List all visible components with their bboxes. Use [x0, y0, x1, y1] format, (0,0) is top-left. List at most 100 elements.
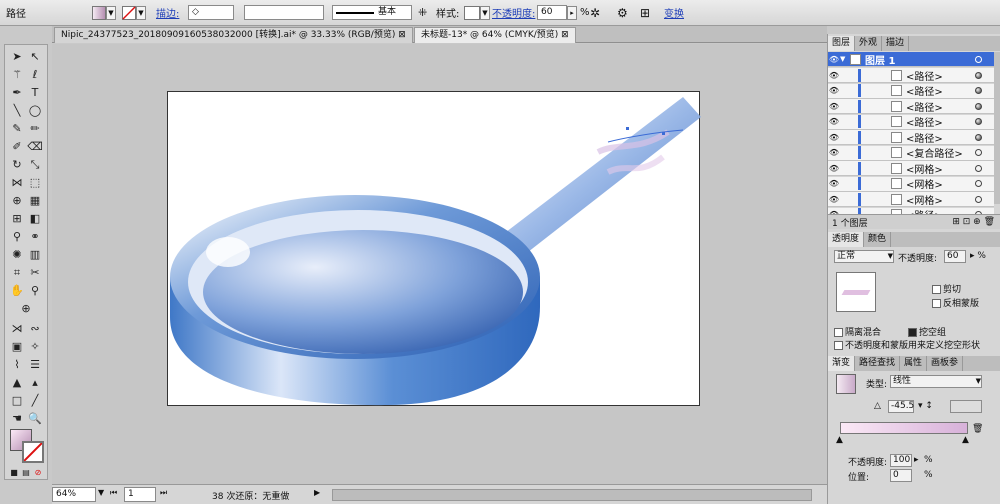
chevron-right-icon[interactable]: ▸ %: [970, 251, 986, 261]
rotate-tool-icon[interactable]: ↻: [9, 157, 25, 173]
clip-option[interactable]: 剪切: [932, 282, 961, 295]
stroke-swatch-group[interactable]: ▼: [122, 4, 146, 21]
stroke-color-swatch[interactable]: [22, 441, 44, 463]
blend-mode-select[interactable]: 正常 ▼: [834, 250, 894, 263]
eye-icon[interactable]: 👁: [828, 148, 840, 157]
tab-stroke[interactable]: 描边: [882, 36, 910, 51]
horizontal-scrollbar[interactable]: [332, 489, 812, 501]
zoom-tool-icon[interactable]: ⚲: [27, 283, 43, 299]
pen-tool-icon[interactable]: ✒: [9, 85, 25, 101]
close-icon[interactable]: ⊠: [398, 30, 406, 40]
live-paint-select-icon[interactable]: ▴: [27, 375, 43, 391]
first-page-icon[interactable]: ⏮: [110, 488, 117, 498]
chevron-down-icon[interactable]: ▾ ↕: [918, 401, 933, 411]
eye-icon[interactable]: 👁: [828, 102, 840, 111]
live-paint-tool-icon[interactable]: ▲: [9, 375, 25, 391]
layer-row[interactable]: 👁 <路径>: [828, 68, 994, 83]
layer-item-name[interactable]: <路径>: [906, 130, 943, 145]
opacity-mask-checkbox[interactable]: [834, 341, 843, 350]
knife-tool-icon[interactable]: ╱: [27, 393, 43, 409]
opacity-input[interactable]: 60: [537, 5, 567, 20]
style-swatch[interactable]: ▼: [464, 4, 490, 21]
transparency-opacity-input[interactable]: 60: [944, 250, 966, 263]
layer-item-name[interactable]: <路径>: [906, 83, 943, 98]
transform-label[interactable]: 变换: [664, 4, 684, 21]
tab-layers[interactable]: 图层: [828, 36, 856, 51]
chevron-down-icon[interactable]: ▼: [840, 55, 848, 63]
style-preview[interactable]: [464, 5, 480, 20]
gradient-slider[interactable]: [840, 422, 968, 434]
hand-tool-icon[interactable]: ✋: [9, 283, 25, 299]
transform-grid-icon[interactable]: ⊞: [640, 4, 650, 21]
eye-icon[interactable]: 👁: [828, 86, 840, 95]
layer-item-name[interactable]: <网格>: [906, 192, 943, 207]
fill-swatch[interactable]: [92, 5, 106, 20]
chevron-right-icon[interactable]: ▸: [567, 5, 577, 20]
width-tool-icon[interactable]: ⋈: [9, 175, 25, 191]
stroke-weight-field[interactable]: ◇: [188, 4, 234, 21]
eye-icon[interactable]: 👁: [828, 55, 840, 64]
warp-tool-icon[interactable]: ⋊: [9, 321, 25, 337]
opacity-field[interactable]: 60 ▸%: [537, 4, 590, 21]
gradient-opacity-input[interactable]: 100: [890, 454, 912, 467]
target-icon[interactable]: [975, 55, 982, 63]
target-icon[interactable]: [975, 118, 982, 125]
layer-item-name[interactable]: <网格>: [906, 161, 943, 176]
tab-color[interactable]: 颜色: [864, 232, 892, 247]
eye-icon[interactable]: 👁: [828, 179, 840, 188]
none-mode-icon[interactable]: ⊘: [33, 465, 43, 481]
opacity-mask-option[interactable]: 不透明度和蒙版用来定义挖空形状: [834, 338, 980, 351]
slice-tool-icon[interactable]: ✂: [27, 265, 43, 281]
align-icon[interactable]: ⁜: [418, 4, 427, 21]
blend-tool-icon[interactable]: ⚭: [27, 229, 43, 245]
gradient-tool-icon[interactable]: ◧: [27, 211, 43, 227]
artboard-tool-icon[interactable]: ⌗: [9, 265, 25, 281]
target-icon[interactable]: [975, 87, 982, 94]
angle-input[interactable]: -45.5: [888, 400, 914, 413]
zoom-field[interactable]: 64%: [52, 487, 96, 502]
twirl-tool-icon[interactable]: ∾: [27, 321, 43, 337]
layer-actions-icon[interactable]: ⊞ ⊡ ⊕ 🗑: [952, 217, 995, 227]
tab-transparency[interactable]: 透明度: [828, 232, 865, 247]
chevron-right-icon[interactable]: ▸: [914, 455, 919, 465]
fill-swatch-group[interactable]: ▼: [92, 4, 116, 21]
isolate-option[interactable]: 隔离混合: [834, 325, 881, 338]
aspect-input[interactable]: [950, 400, 982, 413]
scallop-tool-icon[interactable]: ⌇: [9, 357, 25, 373]
pencil-tool-icon[interactable]: ✏: [27, 121, 43, 137]
stroke-none-swatch[interactable]: [122, 5, 136, 20]
chevron-right-icon[interactable]: ▶: [314, 488, 320, 497]
layer-row[interactable]: 👁 <路径>: [828, 83, 994, 99]
layer-item-name[interactable]: <路径>: [906, 68, 943, 83]
gradient-stop-icon[interactable]: ▲: [962, 435, 969, 445]
target-icon[interactable]: [975, 195, 982, 203]
frying-pan-illustration[interactable]: [168, 91, 701, 407]
gradient-mode-icon[interactable]: ▤: [21, 465, 31, 481]
free-transform-tool-icon[interactable]: ⬚: [27, 175, 43, 191]
knockout-option[interactable]: 挖空组: [908, 325, 946, 338]
location-input[interactable]: 0: [890, 469, 912, 482]
tab-document-2[interactable]: 未标题-13* @ 64% (CMYK/预览) ⊠: [414, 27, 576, 43]
target-icon[interactable]: [975, 102, 982, 110]
color-mode-icon[interactable]: ■: [9, 465, 19, 481]
crosshair-icon[interactable]: ⊕: [18, 301, 34, 317]
layer-row[interactable]: 👁 <路径>: [828, 130, 994, 145]
scale-tool-icon[interactable]: ⤡: [27, 157, 43, 173]
layer-row[interactable]: 👁 <复合路径>: [828, 145, 994, 161]
invert-option[interactable]: 反相蒙版: [932, 296, 979, 309]
eye-icon[interactable]: 👁: [828, 133, 840, 142]
column-graph-tool-icon[interactable]: ▥: [27, 247, 43, 263]
layer-row-main[interactable]: 👁 ▼ 图层 1: [828, 52, 994, 67]
recolor-icon[interactable]: ✲: [590, 4, 600, 21]
gradient-swatch[interactable]: [836, 374, 856, 394]
tab-gradient[interactable]: 渐变: [828, 356, 856, 371]
eraser-tool-icon[interactable]: ⌫: [27, 139, 43, 155]
blob-brush-tool-icon[interactable]: ✐: [9, 139, 25, 155]
layer-row[interactable]: 👁 <网格>: [828, 192, 994, 207]
tab-attributes[interactable]: 属性: [900, 356, 928, 371]
shape-builder-tool-icon[interactable]: ⊕: [9, 193, 25, 209]
ellipse-tool-icon[interactable]: ◯: [27, 103, 43, 119]
stroke-label[interactable]: 描边:: [156, 4, 179, 21]
clip-checkbox[interactable]: [932, 285, 941, 294]
target-icon[interactable]: [975, 133, 982, 141]
